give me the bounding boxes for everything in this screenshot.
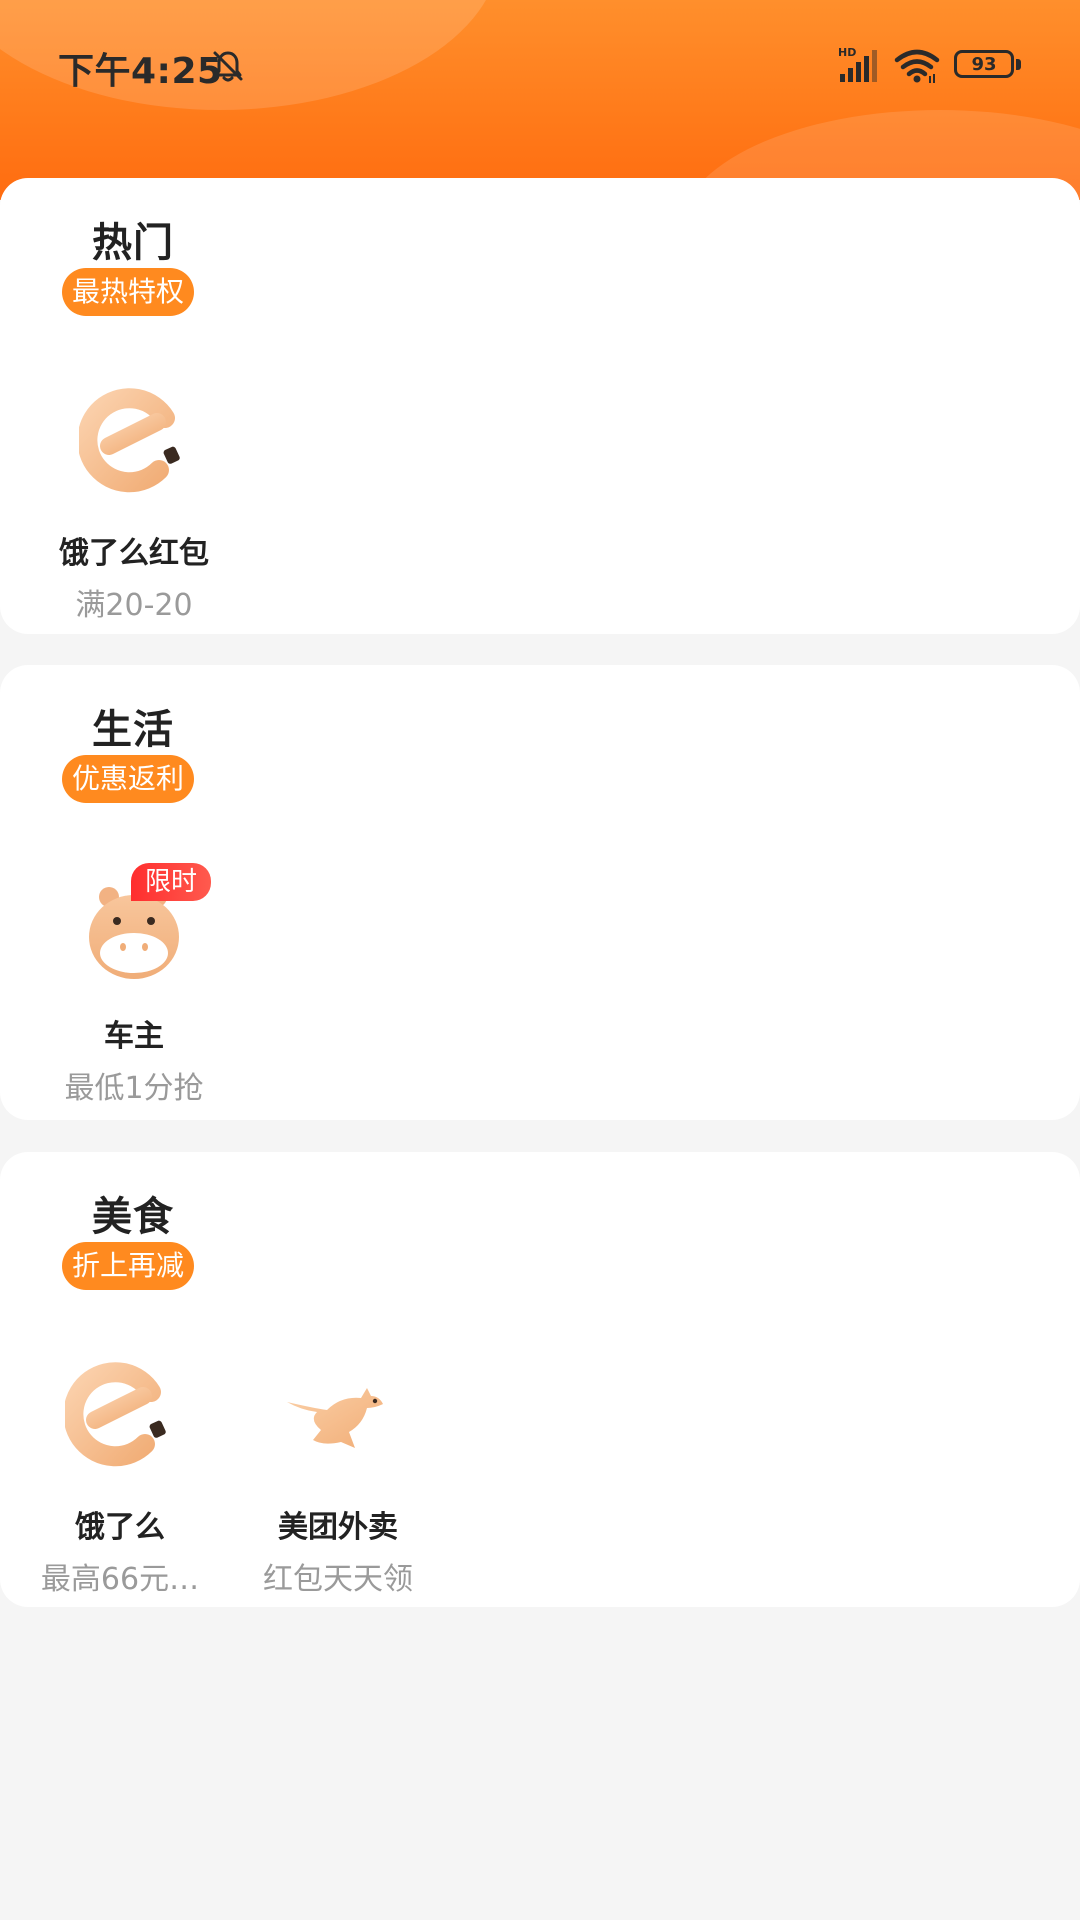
- battery-level: 93: [954, 50, 1014, 78]
- page: 下午4:25 HD 93 热门 最热特权 饿了么红包 满20-20 生活 优惠返…: [0, 0, 1080, 1920]
- section-title: 美食: [92, 1194, 174, 1240]
- section-title: 热门: [92, 220, 174, 266]
- section-card-hot: 热门 最热特权 饿了么红包 满20-20: [0, 178, 1080, 634]
- svg-text:HD: HD: [838, 46, 856, 59]
- section-badge: 优惠返利: [62, 755, 195, 803]
- service-name: 美团外卖: [278, 1510, 398, 1545]
- kangaroo-icon: [287, 1388, 383, 1448]
- status-bar: 下午4:25 HD 93: [0, 0, 1080, 130]
- battery-tip: [1016, 59, 1021, 70]
- service-name: 饿了么: [75, 1510, 165, 1545]
- section-card-food: 美食 折上再减 饿了么 最高66元… 美团外卖 红包天天领: [0, 1152, 1080, 1607]
- wifi-icon: [894, 49, 940, 83]
- service-subtitle: 满20-20: [75, 588, 193, 623]
- service-subtitle: 红包天天领: [263, 1562, 413, 1597]
- status-time: 下午4:25: [58, 51, 223, 92]
- section-title: 生活: [92, 707, 174, 753]
- bell-off-icon: [213, 51, 243, 82]
- section-badge: 折上再减: [62, 1242, 195, 1290]
- signal-hd-icon: HD: [838, 46, 877, 82]
- service-subtitle: 最高66元…: [40, 1562, 200, 1597]
- service-item-car-owner[interactable]: 限时 车主 最低1分抢: [34, 863, 234, 1107]
- service-subtitle: 最低1分抢: [64, 1071, 204, 1106]
- service-item-eleme-red-packet[interactable]: 饿了么红包 满20-20: [34, 388, 234, 624]
- service-item-meituan-waimai[interactable]: 美团外卖 红包天天领: [238, 1362, 438, 1598]
- section-card-life: 生活 优惠返利 限时 车主 最低1分抢: [0, 665, 1080, 1120]
- service-item-eleme[interactable]: 饿了么 最高66元…: [34, 1362, 206, 1598]
- limited-time-badge: 限时: [131, 863, 212, 901]
- service-name: 车主: [104, 1019, 164, 1054]
- service-icon-wrap: 限时: [79, 863, 212, 985]
- eleme-icon: [63, 1362, 166, 1467]
- service-name: 饿了么红包: [59, 536, 209, 571]
- battery-icon: 93: [954, 50, 1022, 82]
- section-badge: 最热特权: [62, 268, 195, 316]
- eleme-icon: [77, 388, 180, 493]
